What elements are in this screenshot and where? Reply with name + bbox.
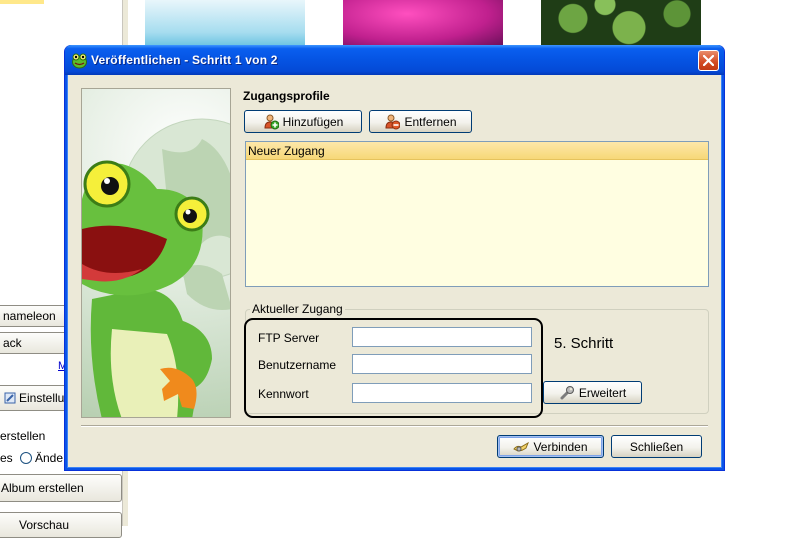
bg-button-create-album[interactable]: Album erstellen	[0, 474, 122, 502]
connect-label: Verbinden	[533, 439, 588, 454]
ftp-server-label: FTP Server	[258, 331, 320, 345]
advanced-button[interactable]: Erweitert	[543, 381, 642, 404]
thumbnail-sky[interactable]	[145, 0, 305, 46]
bg-button-create-album-label: Album erstellen	[1, 481, 84, 495]
username-input[interactable]	[352, 354, 532, 374]
remove-profile-button[interactable]: Entfernen	[369, 110, 472, 133]
profiles-list[interactable]: Neuer Zugang	[245, 141, 709, 287]
connect-icon	[513, 441, 530, 452]
ftp-server-input[interactable]	[352, 327, 532, 347]
add-user-icon	[264, 114, 279, 129]
bg-radio-change-label: Ände	[35, 451, 64, 465]
advanced-label: Erweitert	[578, 385, 627, 400]
dialog-client-area: Zugangsprofile Hinzufügen Entfernen Neue…	[68, 75, 721, 467]
add-profile-button[interactable]: Hinzufügen	[244, 110, 362, 133]
remove-user-icon	[385, 114, 401, 129]
thumbnail-lily-pads[interactable]	[541, 0, 701, 46]
close-window-button[interactable]	[698, 50, 719, 71]
remove-profile-label: Entfernen	[404, 114, 457, 129]
current-access-legend: Aktueller Zugang	[250, 302, 345, 316]
list-item[interactable]: Neuer Zugang	[246, 142, 708, 160]
profiles-heading: Zugangsprofile	[243, 89, 330, 103]
username-label: Benutzername	[258, 358, 337, 372]
frog-mascot-image	[82, 118, 230, 417]
dialog-titlebar[interactable]: Veröffentlichen - Schritt 1 von 2	[65, 45, 724, 75]
bg-radio-change[interactable]: Ände	[20, 451, 63, 465]
close-icon	[703, 55, 714, 66]
bg-button-preview[interactable]: Vorschau	[0, 512, 122, 538]
wrench-icon	[560, 385, 574, 399]
footer-separator	[81, 425, 708, 427]
password-input[interactable]	[352, 383, 532, 403]
settings-icon	[4, 392, 16, 404]
add-profile-label: Hinzufügen	[282, 114, 344, 129]
frog-app-icon	[72, 53, 87, 69]
thumbnail-pink[interactable]	[343, 0, 503, 46]
close-label: Schließen	[629, 439, 684, 454]
background-highlight	[0, 0, 44, 4]
frog-illustration	[81, 88, 231, 418]
close-button[interactable]: Schließen	[611, 435, 702, 458]
radio-button[interactable]	[20, 452, 32, 464]
publish-dialog: Veröffentlichen - Schritt 1 von 2 Zugang…	[64, 45, 725, 471]
bg-section-label: erstellen	[0, 429, 46, 443]
bg-radio-prefix: es	[0, 451, 13, 465]
dialog-title: Veröffentlichen - Schritt 1 von 2	[91, 53, 278, 67]
step-text: 5. Schritt	[554, 335, 614, 352]
password-label: Kennwort	[258, 387, 309, 401]
bg-button-preview-label: Vorschau	[19, 518, 70, 532]
connect-button[interactable]: Verbinden	[497, 435, 604, 458]
